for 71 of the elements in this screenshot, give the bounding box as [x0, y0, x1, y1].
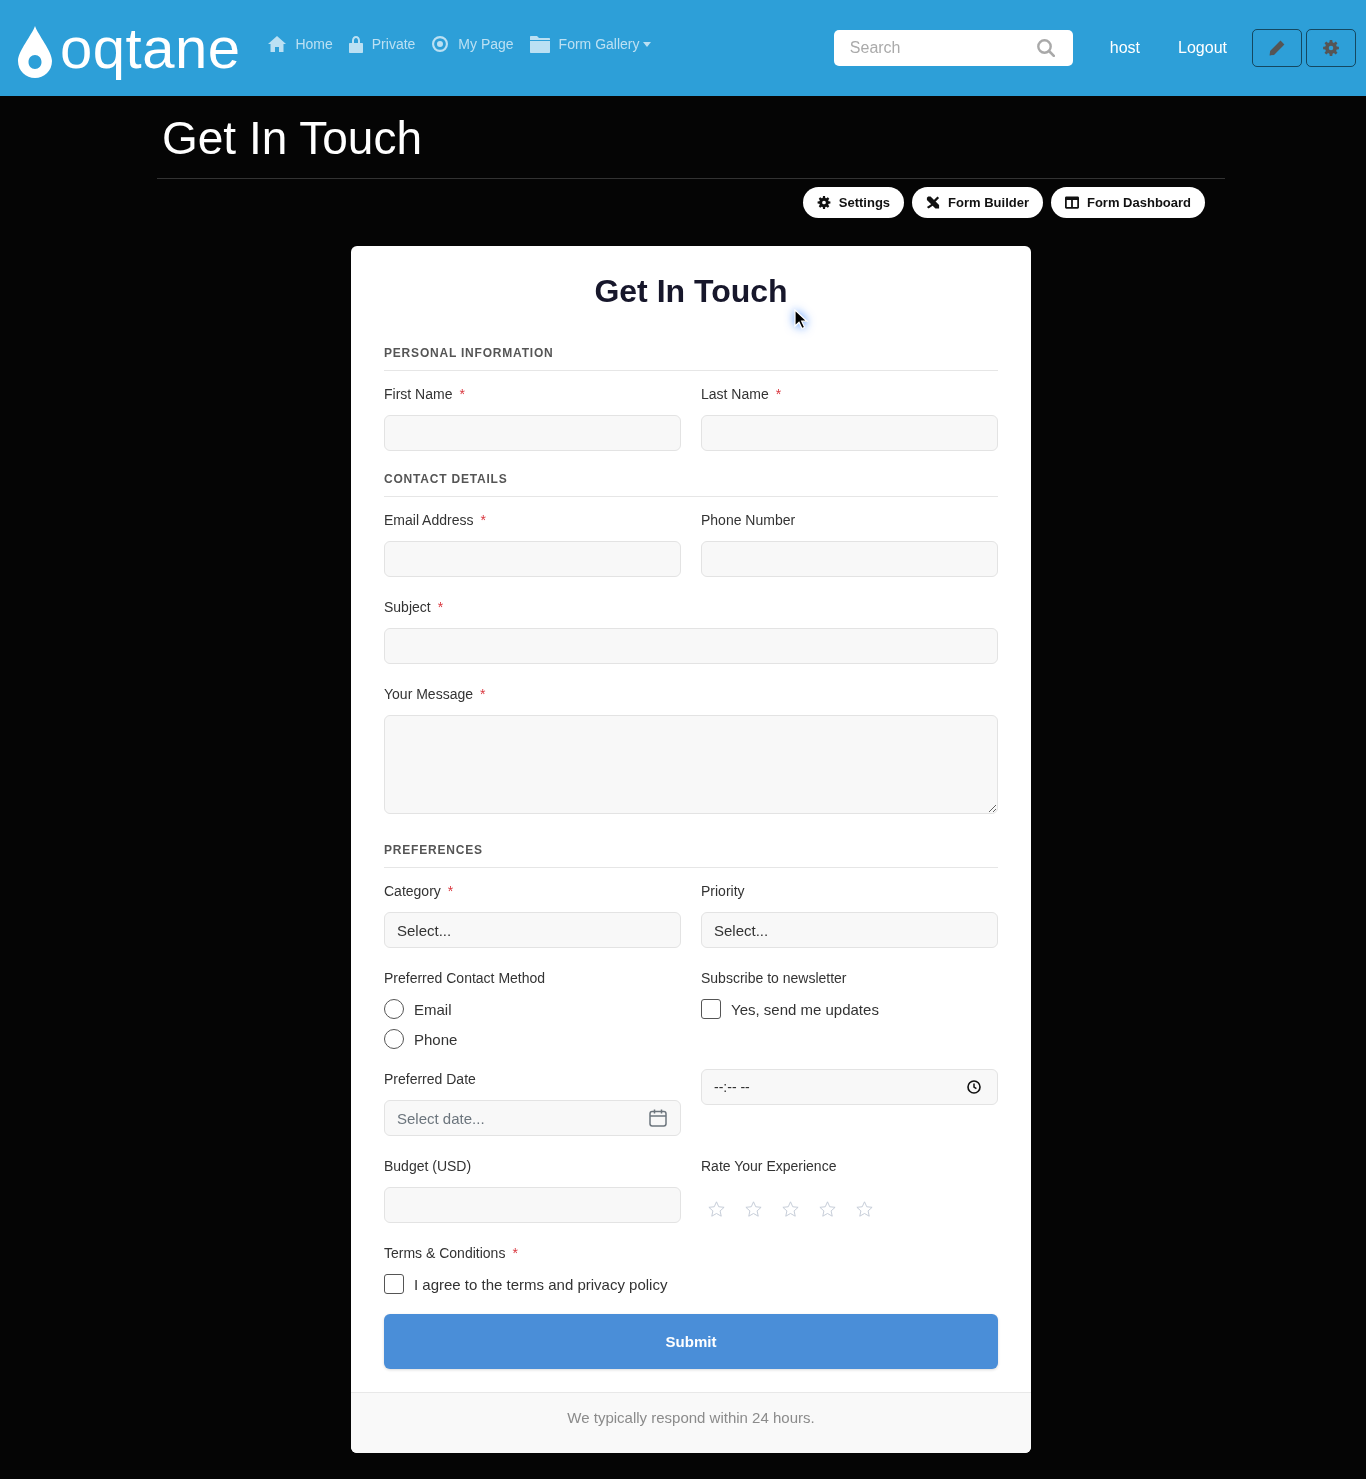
- star-icon[interactable]: [745, 1201, 762, 1217]
- option-label[interactable]: Phone: [414, 1030, 458, 1048]
- checkbox[interactable]: [701, 999, 721, 1019]
- edit-button[interactable]: [1252, 29, 1302, 67]
- section-heading: PREFERENCES: [384, 842, 483, 858]
- field-label: Subject: [384, 598, 431, 617]
- field-label: Budget (USD): [384, 1157, 472, 1176]
- field-label: Your Message: [384, 685, 473, 704]
- folder-icon: [529, 35, 550, 53]
- drop-logo-icon: [18, 26, 52, 78]
- calendar-icon: [649, 1109, 667, 1127]
- required-mark: *: [480, 511, 486, 530]
- required-mark: *: [775, 385, 782, 404]
- required-mark: *: [459, 385, 465, 404]
- select-field[interactable]: Select...: [701, 912, 998, 948]
- required-mark: *: [437, 598, 444, 617]
- home-icon: [268, 36, 287, 52]
- form-title: Get In Touch: [594, 272, 788, 311]
- settings-button[interactable]: [1306, 29, 1356, 67]
- gear-icon: [1323, 40, 1339, 56]
- text-input[interactable]: [384, 541, 681, 577]
- field-label: Last Name: [701, 385, 769, 404]
- field-label: Preferred Date: [384, 1070, 476, 1089]
- select-field[interactable]: Select...: [384, 912, 681, 948]
- star-icon[interactable]: [782, 1201, 799, 1217]
- field-label: Terms & Conditions: [384, 1244, 506, 1263]
- target-icon: [431, 36, 450, 52]
- section-heading: PERSONAL INFORMATION: [384, 345, 554, 361]
- time-field[interactable]: --:-- --: [701, 1069, 998, 1105]
- star-icon[interactable]: [856, 1201, 873, 1217]
- field-label: Preferred Contact Method: [384, 969, 546, 988]
- field-label: Category: [384, 882, 441, 901]
- radio-button[interactable]: [384, 999, 404, 1019]
- text-input[interactable]: [384, 1187, 681, 1223]
- message-textarea[interactable]: [384, 715, 998, 814]
- crossed-tools-icon: [926, 196, 941, 209]
- required-mark: *: [447, 882, 454, 901]
- field-label: Phone Number: [701, 511, 796, 530]
- text-input[interactable]: [701, 415, 998, 451]
- star-icon[interactable]: [708, 1201, 725, 1217]
- field-label: Email Address: [384, 511, 474, 530]
- form-builder-button[interactable]: Form Builder: [912, 187, 1043, 218]
- pencil-icon: [1269, 40, 1285, 56]
- page-title: Get In Touch: [162, 111, 422, 166]
- checkbox[interactable]: [384, 1274, 404, 1294]
- date-field[interactable]: Select date...: [384, 1100, 681, 1136]
- star-icon[interactable]: [819, 1201, 836, 1217]
- mouse-pointer-icon: [794, 309, 810, 330]
- required-mark: *: [512, 1244, 518, 1263]
- field-label: Subscribe to newsletter: [701, 969, 847, 988]
- text-input[interactable]: [384, 415, 681, 451]
- response-time-note: We typically respond within 24 hours.: [567, 1408, 815, 1428]
- option-label[interactable]: Email: [414, 1000, 452, 1018]
- search-field[interactable]: Search: [833, 30, 1073, 66]
- field-label: Rate Your Experience: [701, 1157, 837, 1176]
- text-input[interactable]: [384, 628, 998, 664]
- text-input[interactable]: [701, 541, 998, 577]
- search-icon: [1036, 39, 1055, 57]
- section-heading: CONTACT DETAILS: [384, 471, 508, 487]
- columns-icon: [1065, 196, 1079, 209]
- settings-button[interactable]: Settings: [802, 187, 905, 218]
- field-label: Priority: [701, 882, 745, 901]
- gear-icon: [816, 196, 831, 209]
- required-mark: *: [480, 685, 486, 704]
- option-label[interactable]: Yes, send me updates: [731, 1000, 879, 1018]
- form-dashboard-button[interactable]: Form Dashboard: [1051, 187, 1205, 218]
- option-label[interactable]: I agree to the terms and privacy policy: [414, 1275, 668, 1293]
- lock-icon: [348, 35, 363, 53]
- field-label: First Name: [384, 385, 453, 404]
- radio-button[interactable]: [384, 1029, 404, 1049]
- clock-icon: [967, 1080, 981, 1094]
